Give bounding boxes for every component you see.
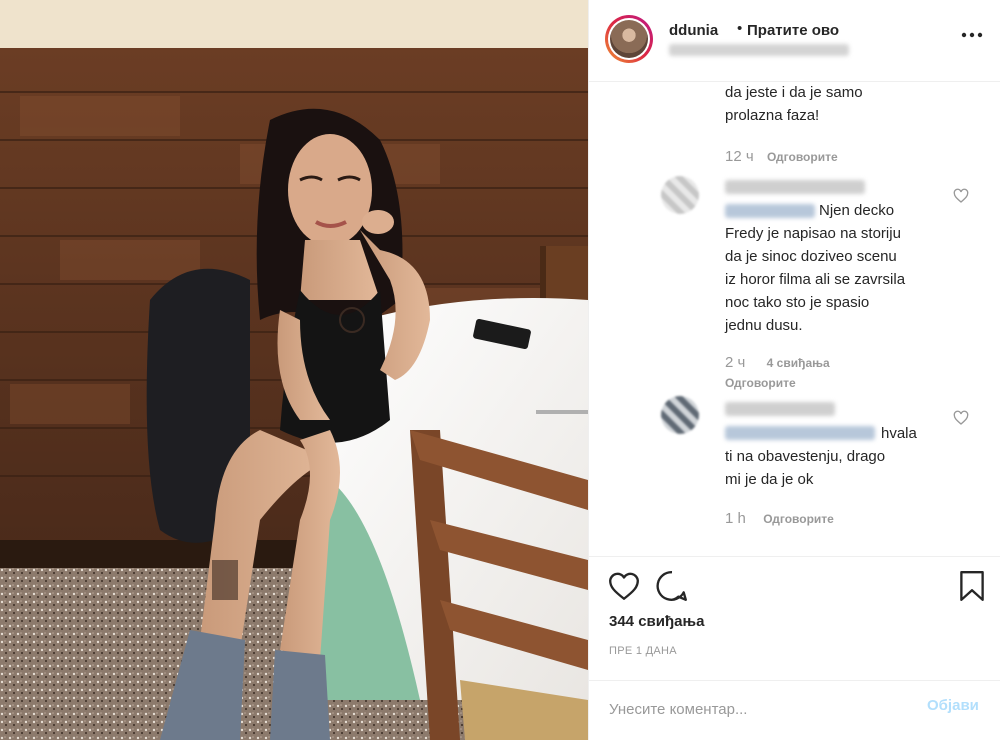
comment-meta: 1 h Одговорите xyxy=(725,510,834,527)
commenter-avatar[interactable] xyxy=(661,396,699,434)
reply-button[interactable]: Одговорите xyxy=(725,376,796,390)
comment-time: 1 h xyxy=(725,510,746,527)
reply-button[interactable]: Одговорите xyxy=(763,512,834,526)
comment-meta: 2 ч 4 свиђања xyxy=(725,354,830,371)
post-comment-button[interactable]: Објави xyxy=(927,697,979,714)
photo-illustration xyxy=(0,0,588,740)
separator-dot: • xyxy=(737,20,743,37)
author-avatar[interactable] xyxy=(605,15,653,63)
post-actions: 344 свиђања ПРЕ 1 ДАНА xyxy=(589,556,1000,657)
comment-input[interactable] xyxy=(607,695,911,723)
comment-time: 12 ч xyxy=(725,148,754,165)
more-dots-icon[interactable] xyxy=(961,26,983,38)
avatar-image xyxy=(610,20,648,58)
bookmark-icon[interactable] xyxy=(957,569,987,603)
comment-text: hvala ti na obavestenju, drago mi je da … xyxy=(725,425,917,488)
comment-text: Njen decko Fredy je napisao na storiju d… xyxy=(725,202,906,334)
follow-button[interactable]: Пратите ово xyxy=(747,22,839,39)
comment-time: 2 ч xyxy=(725,354,746,371)
post-photo[interactable] xyxy=(0,0,588,740)
heart-icon[interactable] xyxy=(607,569,641,603)
author-username[interactable]: ddunia xyxy=(669,22,718,39)
comment-likes[interactable]: 4 свиђања xyxy=(767,356,830,370)
comment-heart-icon[interactable] xyxy=(953,188,969,204)
blurred-username[interactable] xyxy=(725,402,835,416)
blurred-location xyxy=(669,44,849,56)
reply-button[interactable]: Одговорите xyxy=(767,150,838,164)
comment-meta-reply: Одговорите xyxy=(725,376,796,390)
likes-count[interactable]: 344 свиђања xyxy=(609,613,704,630)
comment-text: da jeste i da je samo prolazna faza! xyxy=(725,84,863,124)
post-header: ddunia • Пратите ово xyxy=(589,0,1000,82)
comment-heart-icon[interactable] xyxy=(953,410,969,426)
comment-meta: 12 ч Одговорите xyxy=(725,148,838,165)
avatar-ring-inner xyxy=(608,18,650,60)
posted-time[interactable]: ПРЕ 1 ДАНА xyxy=(609,645,677,657)
commenter-avatar[interactable] xyxy=(661,176,699,214)
comment-bubble-icon[interactable] xyxy=(655,569,689,603)
post-side-panel: ddunia • Пратите ово da jeste i da je sa… xyxy=(588,0,1000,740)
add-comment-section: Објави xyxy=(589,680,1000,740)
blurred-username[interactable] xyxy=(725,180,865,194)
comments-list: da jeste i da je samo prolazna faza! 12 … xyxy=(589,82,1000,556)
